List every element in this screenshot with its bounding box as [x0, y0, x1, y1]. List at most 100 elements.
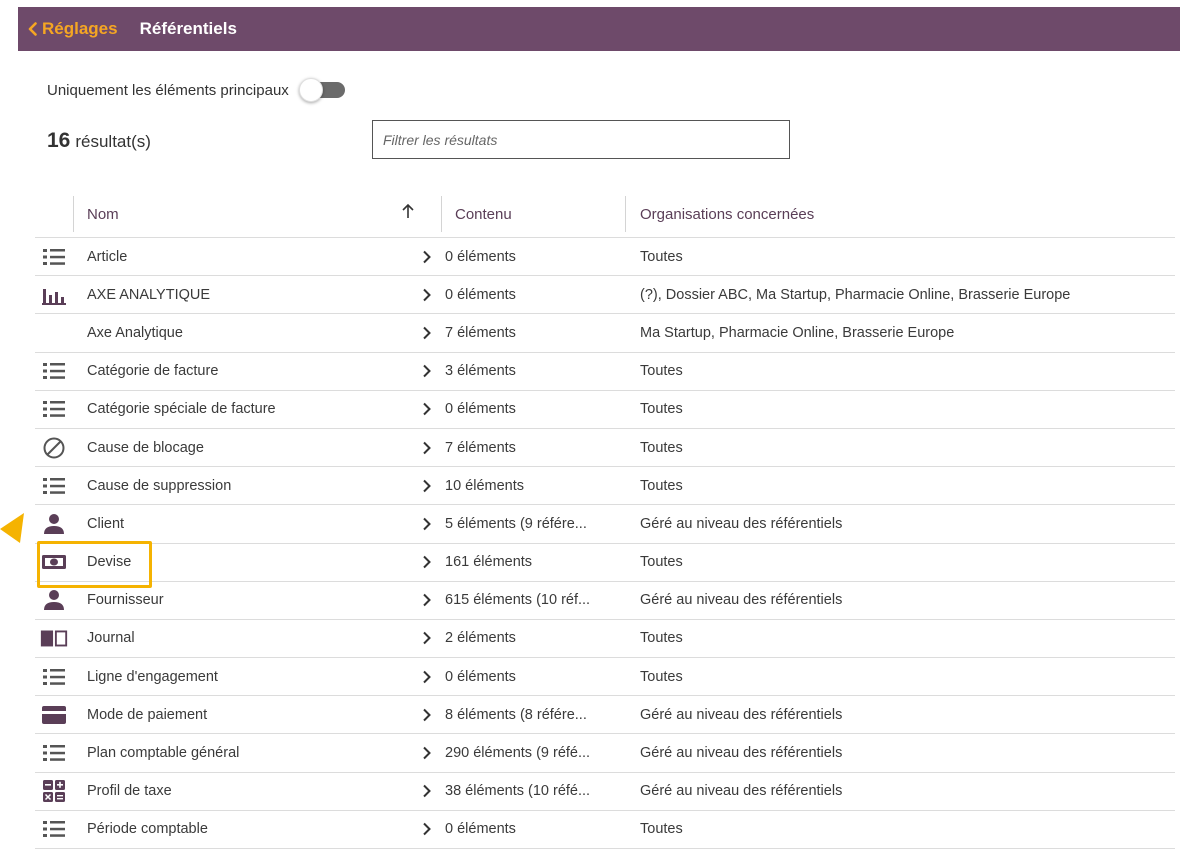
table-row[interactable]: Fournisseur 615 éléments (10 réf... Géré a…: [35, 582, 1175, 620]
table-row[interactable]: Article 0 éléments Toutes: [35, 238, 1175, 277]
chevron-right-icon[interactable]: [419, 467, 435, 504]
column-header-name[interactable]: Nom: [87, 190, 119, 238]
block-icon: [39, 429, 69, 466]
row-name: Journal: [87, 630, 135, 647]
chevron-right-icon[interactable]: [419, 658, 435, 695]
toggle-knob: [298, 78, 323, 102]
chevron-right-icon[interactable]: [419, 505, 435, 542]
row-content: 3 éléments: [445, 363, 516, 380]
row-organisations: Toutes: [640, 630, 683, 647]
row-organisations: Toutes: [640, 477, 683, 494]
column-header-orgs[interactable]: Organisations concernées: [640, 190, 814, 238]
chevron-right-icon[interactable]: [419, 811, 435, 848]
list-icon: [39, 353, 69, 390]
row-organisations: Géré au niveau des référentiels: [640, 515, 843, 532]
row-content: 7 éléments: [445, 439, 516, 456]
row-content: 0 éléments: [445, 821, 516, 838]
chevron-right-icon[interactable]: [419, 773, 435, 810]
row-content: 0 éléments: [445, 401, 516, 418]
row-content: 0 éléments: [445, 286, 516, 303]
row-content: 5 éléments (9 référe...: [445, 515, 587, 532]
row-content: 7 éléments: [445, 324, 516, 341]
chevron-right-icon[interactable]: [419, 734, 435, 771]
table-header: Nom Contenu Organisations concernées: [35, 190, 1175, 238]
column-header-content[interactable]: Contenu: [455, 190, 512, 238]
filter-input[interactable]: [372, 120, 790, 159]
row-name: Plan comptable général: [87, 745, 240, 762]
row-name: Fournisseur: [87, 592, 164, 609]
result-count-label: résultat(s): [75, 132, 151, 151]
row-name: Ligne d'engagement: [87, 668, 218, 685]
row-name: Cause de suppression: [87, 477, 232, 494]
table-row[interactable]: Axe Analytique 7 éléments Ma Startup, Phar…: [35, 314, 1175, 353]
pointer-arrow-icon: [0, 513, 24, 543]
main-items-toggle[interactable]: [298, 77, 347, 103]
row-organisations: Géré au niveau des référentiels: [640, 706, 843, 723]
row-organisations: Toutes: [640, 668, 683, 685]
table-row[interactable]: Ligne d'engagement 0 éléments Toutes: [35, 658, 1175, 697]
row-name: Cause de blocage: [87, 439, 204, 456]
row-content: 38 éléments (10 réfé...: [445, 783, 591, 800]
money-icon: [39, 544, 69, 581]
table-row[interactable]: Cause de blocage 7 éléments Toutes: [35, 429, 1175, 468]
page-title: Référentiels: [139, 19, 237, 38]
row-name: Catégorie spéciale de facture: [87, 401, 276, 418]
row-content: 0 éléments: [445, 248, 516, 265]
main-items-toggle-label: Uniquement les éléments principaux: [47, 81, 289, 99]
top-bar: Réglages Référentiels: [18, 7, 1180, 51]
chevron-right-icon[interactable]: [419, 696, 435, 733]
bar-chart-icon: [39, 276, 69, 313]
row-name: Devise: [87, 554, 132, 571]
chevron-right-icon[interactable]: [419, 391, 435, 428]
table-row[interactable]: Devise 161 éléments Toutes: [35, 544, 1175, 582]
list-icon: [39, 658, 69, 695]
column-separator: [73, 196, 74, 232]
list-icon: [39, 811, 69, 848]
row-organisations: (?), Dossier ABC, Ma Startup, Pharmacie …: [640, 286, 1071, 303]
credit-card-icon: [39, 696, 69, 733]
table-row[interactable]: Mode de paiement 8 éléments (8 référe... G…: [35, 696, 1175, 735]
row-name: Période comptable: [87, 821, 208, 838]
table-row[interactable]: Période comptable 0 éléments Toutes: [35, 811, 1175, 849]
row-organisations: Toutes: [640, 401, 683, 418]
list-icon: [39, 734, 69, 771]
column-separator: [625, 196, 626, 232]
table-row[interactable]: Catégorie spéciale de facture 0 éléments T…: [35, 391, 1175, 429]
chevron-right-icon[interactable]: [419, 276, 435, 313]
chevron-right-icon[interactable]: [419, 353, 435, 390]
arrow-up-icon[interactable]: [401, 202, 415, 220]
list-icon: [39, 391, 69, 428]
table-row[interactable]: Cause de suppression 10 éléments Toutes: [35, 467, 1175, 506]
chevron-right-icon[interactable]: [419, 620, 435, 657]
chevron-left-icon: [28, 22, 37, 36]
row-organisations: Toutes: [640, 821, 683, 838]
main-items-toggle-row: Uniquement les éléments principaux: [47, 77, 347, 103]
table-row[interactable]: Catégorie de facture 3 éléments Toutes: [35, 353, 1175, 391]
row-name: Client: [87, 515, 125, 532]
table-row[interactable]: Profil de taxe 38 éléments (10 réfé... Gér…: [35, 773, 1175, 811]
chevron-right-icon[interactable]: [419, 314, 435, 351]
table-row[interactable]: Client 5 éléments (9 référe... Géré au niv…: [35, 505, 1175, 544]
chevron-right-icon[interactable]: [419, 429, 435, 466]
row-content: 0 éléments: [445, 668, 516, 685]
row-name: AXE ANALYTIQUE: [87, 286, 211, 303]
table-row[interactable]: Plan comptable général 290 éléments (9 ré…: [35, 734, 1175, 773]
result-count: 16 résultat(s): [47, 129, 151, 153]
chevron-right-icon[interactable]: [419, 238, 435, 275]
table-row[interactable]: Journal 2 éléments Toutes: [35, 620, 1175, 659]
row-content: 2 éléments: [445, 630, 516, 647]
back-label: Réglages: [42, 19, 118, 38]
list-icon: [39, 467, 69, 504]
chevron-right-icon[interactable]: [419, 582, 435, 619]
referentials-table: Nom Contenu Organisations concernées Art…: [35, 190, 1175, 849]
row-organisations: Ma Startup, Pharmacie Online, Brasserie …: [640, 324, 955, 341]
person-icon: [39, 505, 69, 542]
row-organisations: Toutes: [640, 554, 683, 571]
row-name: Catégorie de facture: [87, 363, 219, 380]
back-button[interactable]: Réglages: [28, 19, 118, 39]
chevron-right-icon[interactable]: [419, 544, 435, 581]
row-content: 10 éléments: [445, 477, 524, 494]
row-organisations: Toutes: [640, 439, 683, 456]
person-icon: [39, 582, 69, 619]
table-row[interactable]: AXE ANALYTIQUE 0 éléments (?), Dossier ABC…: [35, 276, 1175, 315]
